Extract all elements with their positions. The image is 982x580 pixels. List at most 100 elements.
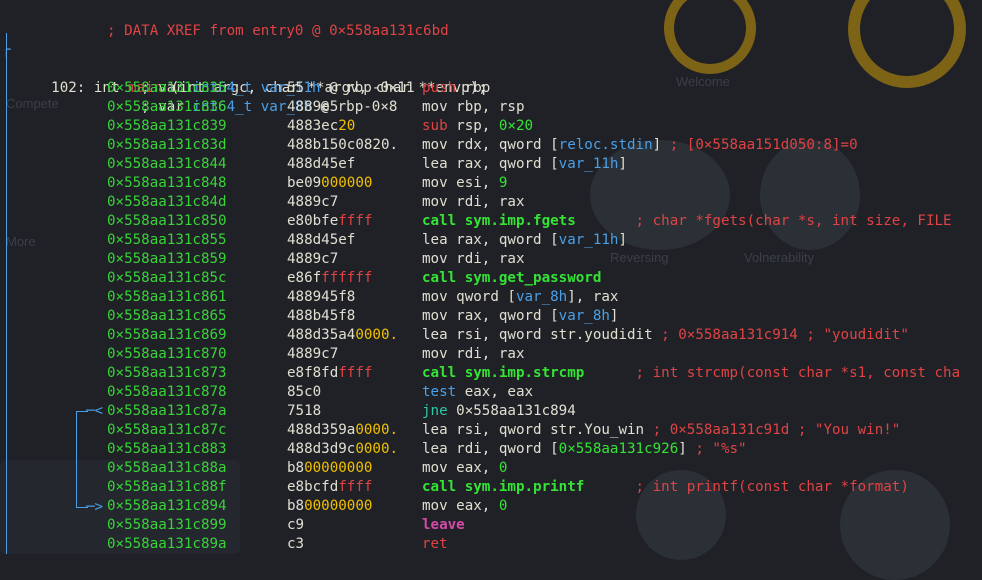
bytes-head: 488d45ef (287, 232, 356, 248)
instruction-address[interactable]: 0×558aa131c899 (107, 516, 227, 535)
instruction-bytes: c9 (287, 516, 304, 535)
instruction-bytes: 55 (287, 79, 304, 98)
instruction: leave (422, 516, 465, 535)
instruction-bytes: 488b150c0820. (287, 136, 398, 155)
instruction: mov rbp, rsp (422, 98, 525, 117)
instruction-address[interactable]: 0×558aa131c87c (107, 421, 227, 440)
instruction-bytes: e8bcfdffff (287, 478, 372, 497)
instruction-address[interactable]: 0×558aa131c87a (107, 402, 227, 421)
jump-in-arrow-icon: ─> (86, 499, 104, 515)
bytes-tail: 20 (338, 118, 356, 134)
bg-avatar-circle-2 (760, 140, 860, 250)
var-decl-line: ; var int64_t var_8h @ rbp-0×8 (0, 60, 397, 115)
instruction-address[interactable]: 0×558aa131c83d (107, 136, 227, 155)
instruction-bytes: 488d359a0000. (287, 421, 398, 440)
instruction-address[interactable]: 0×558aa131c839 (107, 117, 227, 136)
operand-tail: ] (618, 232, 628, 248)
instruction: mov rdi, rax (422, 250, 525, 269)
operand: esi, (447, 175, 499, 191)
xref-comment: ; DATA XREF from entry0 @ 0×558aa131c6bd (107, 23, 449, 39)
call-target[interactable]: sym.imp.printf (456, 479, 585, 495)
bytes-head: e8bcfd (287, 479, 339, 495)
mnemonic: mov (422, 137, 448, 153)
instruction-bytes: 4889e5 (287, 98, 338, 117)
call-target[interactable]: sym.get_password (456, 270, 602, 286)
operand-ref[interactable]: var_11h (559, 232, 619, 248)
instruction-bytes: 488d45ef (287, 231, 355, 250)
instruction-address[interactable]: 0×558aa131c883 (107, 440, 227, 459)
mnemonic: mov (422, 99, 448, 115)
bytes-ff: ffff (338, 479, 373, 495)
instruction-address[interactable]: 0×558aa131c865 (107, 307, 227, 326)
instruction-address[interactable]: 0×558aa131c869 (107, 326, 227, 345)
mnemonic: lea (422, 156, 448, 172)
operand-ref[interactable]: var_8h (516, 289, 567, 305)
instruction-address[interactable]: 0×558aa131c835 (107, 79, 227, 98)
inline-comment: ; char *fgets(char *s, int size, FILE (575, 213, 952, 229)
jump-out-arrow-icon: ─< (86, 403, 104, 419)
bg-label-volnerability: Volnerability (744, 250, 815, 265)
instruction-bytes: e86fffffff (287, 269, 372, 288)
instruction-bytes: c3 (287, 535, 304, 554)
instruction-bytes: 488b45f8 (287, 307, 355, 326)
instruction: lea rax, qword [var_11h] (422, 231, 627, 250)
operand: eax, (447, 498, 499, 514)
bytes-head: e8f8fd (287, 365, 339, 381)
instruction-address[interactable]: 0×558aa131c870 (107, 345, 227, 364)
instruction-address[interactable]: 0×558aa131c894 (107, 497, 227, 516)
instruction-address[interactable]: 0×558aa131c850 (107, 212, 227, 231)
instruction-address[interactable]: 0×558aa131c88f (107, 478, 227, 497)
operand: rdi, rax (447, 346, 525, 362)
inline-comment: ; 0×558aa131c91d ; "You win!" (644, 422, 901, 438)
instruction-address[interactable]: 0×558aa131c859 (107, 250, 227, 269)
instruction: jne 0×558aa131c894 (422, 402, 576, 421)
instruction-address[interactable]: 0×558aa131c84d (107, 193, 227, 212)
mnemonic: mov (422, 498, 448, 514)
mnemonic: mov (422, 289, 448, 305)
instruction-address[interactable]: 0×558aa131c88a (107, 459, 227, 478)
instruction: call sym.imp.fgets ; char *fgets(char *s… (422, 212, 952, 231)
call-target[interactable]: sym.imp.fgets (456, 213, 576, 229)
bytes-head: 7518 (287, 403, 322, 419)
instruction-bytes: e80bfeffff (287, 212, 372, 231)
instruction-bytes: b800000000 (287, 497, 372, 516)
bytes-head: 488d359a (287, 422, 356, 438)
operand-ref[interactable]: var_8h (559, 308, 610, 324)
instruction: mov rdi, rax (422, 345, 525, 364)
operand-number: 0 (498, 460, 508, 476)
operand: eax, (447, 460, 499, 476)
instruction-address[interactable]: 0×558aa131c85c (107, 269, 227, 288)
operand: rax, qword [ (447, 232, 559, 248)
instruction-address[interactable]: 0×558aa131c836 (107, 98, 227, 117)
operand-tail: ] (618, 156, 628, 172)
instruction: lea rdi, qword [0×558aa131c926] ; "%s" (422, 440, 747, 459)
bytes-tail: 000000 (321, 175, 373, 191)
bytes-head: 55 (287, 80, 305, 96)
operand-number: 0 (498, 498, 508, 514)
mnemonic: leave (422, 517, 465, 533)
bytes-head: 4883ec (287, 118, 339, 134)
instruction-address[interactable]: 0×558aa131c848 (107, 174, 227, 193)
instruction-address[interactable]: 0×558aa131c855 (107, 231, 227, 250)
instruction-address[interactable]: 0×558aa131c873 (107, 364, 227, 383)
bytes-ff: ffff (338, 365, 373, 381)
bytes-head: 85c0 (287, 384, 322, 400)
operand-ref[interactable]: var_11h (559, 156, 619, 172)
instruction-address[interactable]: 0×558aa131c861 (107, 288, 227, 307)
bytes-head: 488b150c0820. (287, 137, 399, 153)
bytes-head: 488945f8 (287, 289, 356, 305)
operand-number: 9 (498, 175, 508, 191)
instruction-bytes: 85c0 (287, 383, 321, 402)
operand: rax, qword [ (447, 156, 559, 172)
bytes-tail: 0000. (355, 441, 399, 457)
bytes-head: c3 (287, 536, 305, 552)
bytes-head: b8 (287, 498, 305, 514)
instruction-address[interactable]: 0×558aa131c844 (107, 155, 227, 174)
mnemonic: lea (422, 327, 448, 343)
operand-ref[interactable]: reloc.stdin (559, 137, 653, 153)
instruction-bytes: 488945f8 (287, 288, 355, 307)
instruction-bytes: 4889c7 (287, 250, 338, 269)
instruction-address[interactable]: 0×558aa131c878 (107, 383, 227, 402)
call-target[interactable]: sym.imp.strcmp (456, 365, 585, 381)
instruction-address[interactable]: 0×558aa131c89a (107, 535, 227, 554)
